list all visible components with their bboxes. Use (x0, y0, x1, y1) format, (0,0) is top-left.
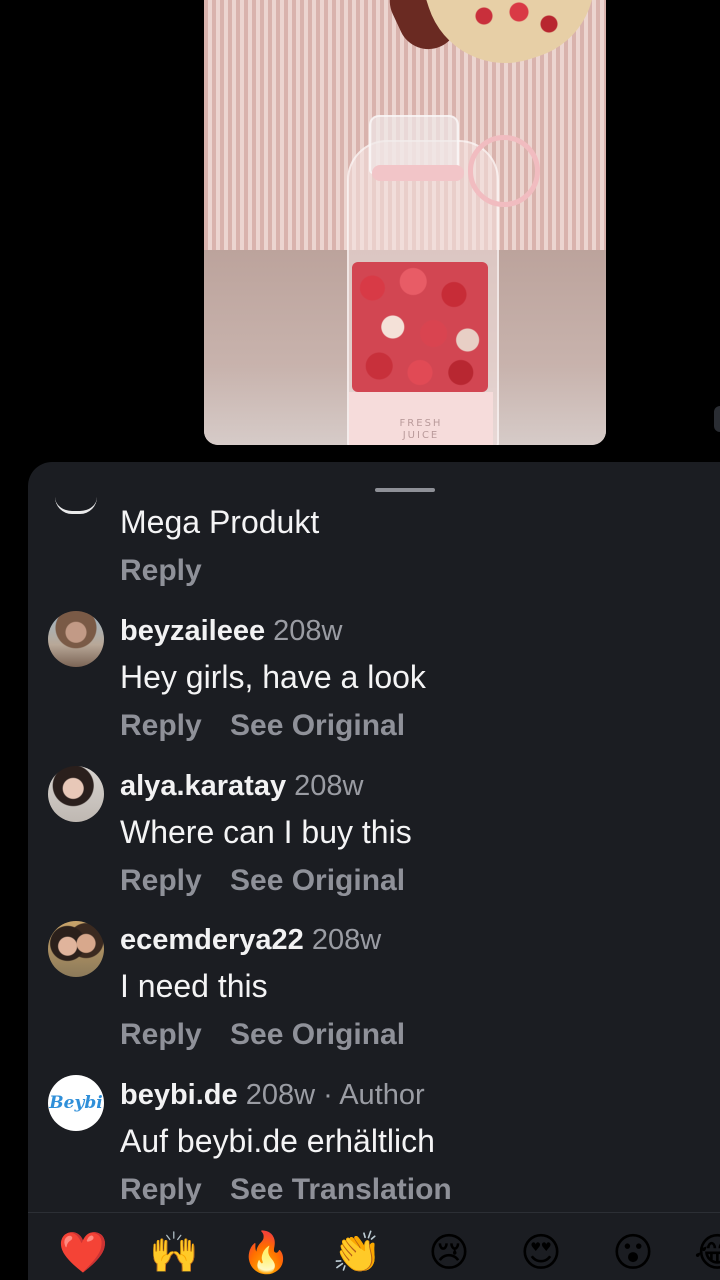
bottle-label-line2: JUICE (402, 430, 440, 441)
bottle-collar (372, 165, 464, 181)
bottle-label-line1: FRESH (399, 418, 443, 429)
emoji-raised-hands[interactable]: 🙌 (147, 1228, 201, 1278)
emoji-laughing[interactable]: 😂 (694, 1228, 720, 1278)
comment-text: I need this (120, 968, 268, 1004)
comment-meta: 208w (311, 924, 382, 956)
emoji-fire[interactable]: 🔥 (239, 1228, 293, 1278)
sheet-drag-handle[interactable] (375, 488, 435, 492)
strawberry-pieces (352, 262, 488, 392)
see-original-button[interactable]: See Original (230, 863, 405, 899)
username[interactable]: beyzaileee (120, 615, 265, 647)
username[interactable]: ecemderya22 (120, 924, 304, 956)
comment-header: beyzaileee 208w (120, 614, 343, 648)
emoji-surprised[interactable]: 😮 (606, 1228, 660, 1278)
falling-strawberries (464, 0, 564, 40)
see-original-button[interactable]: See Original (230, 708, 405, 744)
see-original-button[interactable]: See Original (230, 1017, 405, 1053)
comment-meta: 208w (273, 615, 343, 647)
comment-text: Hey girls, have a look (120, 659, 426, 695)
bottle-ring-handle (468, 135, 540, 207)
brand-logo-avatar[interactable]: Beybi (48, 1075, 104, 1131)
comment-text: Auf beybi.de erhältlich (120, 1123, 435, 1159)
comment-header: ecemderya22 208w (120, 923, 381, 957)
comment-header: beybi.de 208w · Author (120, 1078, 425, 1112)
comment-header: alya.karatay 208w (120, 769, 363, 803)
emoji-clapping[interactable]: 👏 (330, 1228, 384, 1278)
brand-logo-text: Beybi (49, 1093, 103, 1113)
reply-button[interactable]: Reply (120, 863, 202, 899)
comment-meta: 208w (294, 770, 364, 802)
reply-button[interactable]: Reply (120, 1172, 202, 1208)
edge-scroll-indicator (714, 406, 720, 432)
emoji-heart[interactable]: ❤️ (56, 1228, 110, 1278)
emoji-crying[interactable]: 😢 (422, 1228, 476, 1278)
username[interactable]: beybi.de (120, 1079, 238, 1111)
reply-button[interactable]: Reply (120, 708, 202, 744)
video-thumbnail[interactable]: FRESH JUICE (204, 0, 606, 445)
username[interactable]: alya.karatay (120, 770, 286, 802)
emoji-heart-eyes[interactable]: 😍 (514, 1228, 568, 1278)
avatar[interactable] (48, 611, 104, 667)
reply-button[interactable]: Reply (120, 1017, 202, 1053)
comment-text-partial: Mega Produkt (120, 504, 320, 540)
screen: FRESH JUICE Mega Produkt Reply beyzailee… (0, 0, 720, 1280)
reply-button[interactable]: Reply (120, 553, 202, 589)
see-translation-button[interactable]: See Translation (230, 1172, 452, 1208)
emoji-bar-divider (28, 1212, 720, 1213)
avatar[interactable] (48, 921, 104, 977)
bottle-label: FRESH JUICE (349, 418, 493, 442)
avatar[interactable] (48, 766, 104, 822)
comment-meta: 208w · Author (245, 1079, 425, 1111)
comment-text: Where can I buy this (120, 814, 412, 850)
